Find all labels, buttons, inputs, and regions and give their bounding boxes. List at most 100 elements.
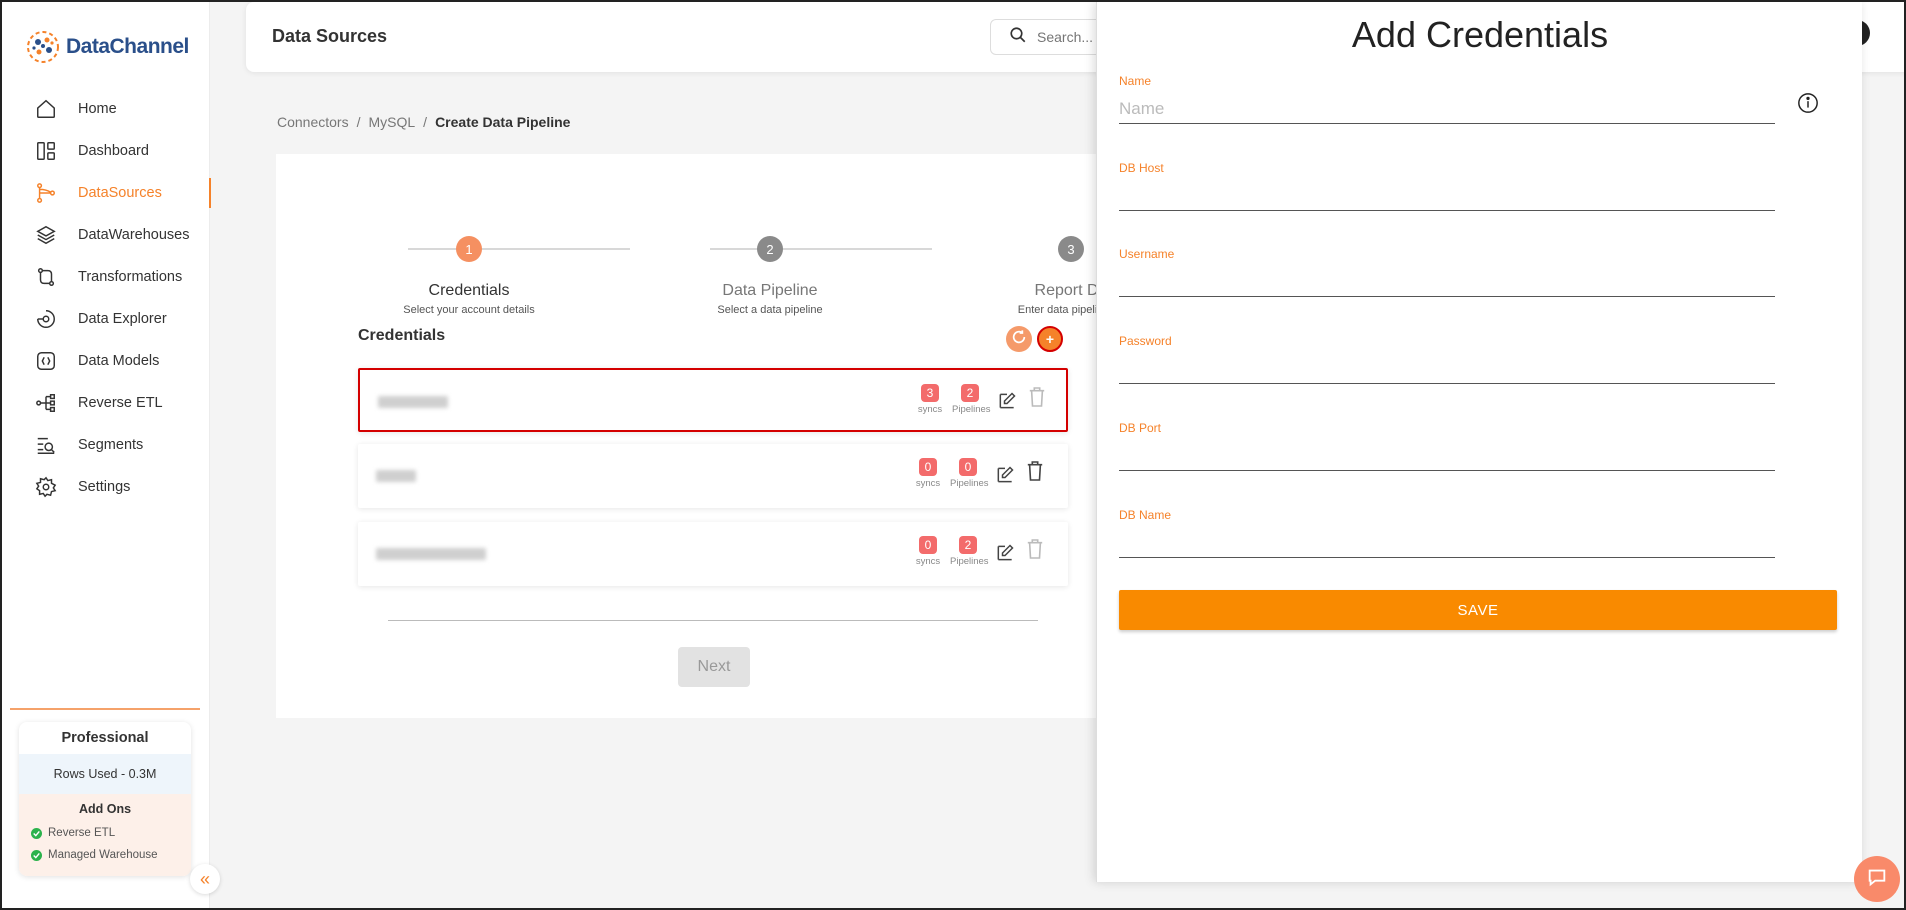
sidebar-item-label: Settings (78, 479, 131, 495)
edit-button[interactable] (996, 391, 1018, 416)
db-name-input[interactable] (1119, 522, 1775, 558)
field-label: DB Name (1119, 508, 1172, 522)
step-1-sub: Select your account details (403, 304, 535, 316)
stepper: 1 Credentials Select your account detail… (276, 194, 1136, 316)
edit-icon (995, 543, 1015, 568)
password-input[interactable] (1119, 348, 1775, 384)
pipelines-count: 2 Pipelines (952, 384, 991, 415)
refresh-button[interactable] (1006, 326, 1032, 352)
password-field: Password (1119, 334, 1775, 384)
name-field: Name (1119, 74, 1775, 124)
step-connector (408, 248, 630, 250)
delete-button[interactable] (1024, 460, 1046, 487)
field-label: DB Port (1119, 421, 1162, 435)
step-2-label: Data Pipeline (722, 282, 818, 299)
db-port-input[interactable] (1119, 435, 1775, 471)
pipelines-count: 0 Pipelines (950, 458, 989, 489)
check-circle-icon (31, 827, 42, 839)
breadcrumb: Connectors / MySQL / Create Data Pipelin… (277, 114, 570, 130)
breadcrumb-link-mysql[interactable]: MySQL (368, 114, 415, 130)
field-label: Username (1119, 247, 1175, 261)
addons-title: Add Ons (78, 802, 132, 816)
brand-logo[interactable]: DataChannel (26, 30, 189, 64)
divider (388, 620, 1038, 621)
datasources-icon (34, 181, 58, 205)
sidebar-divider (10, 708, 200, 710)
dashboard-icon (34, 139, 58, 163)
addon-item: Reverse ETL (19, 822, 191, 844)
delete-button[interactable] (1026, 386, 1048, 410)
step-1-label: Credentials (428, 282, 510, 299)
home-icon (34, 97, 58, 121)
sidebar-item-data-models[interactable]: Data Models (2, 340, 210, 382)
sidebar-item-settings[interactable]: Settings (2, 466, 210, 508)
username-input[interactable] (1119, 261, 1775, 297)
name-input[interactable] (1119, 88, 1775, 124)
pipelines-label: Pipelines (950, 556, 989, 567)
breadcrumb-link-connectors[interactable]: Connectors (277, 114, 349, 130)
sidebar-item-segments[interactable]: Segments (2, 424, 210, 466)
credential-name-redacted (376, 548, 486, 560)
credentials-title: Credentials (358, 327, 446, 344)
chat-support-button[interactable] (1854, 856, 1900, 902)
db-host-input[interactable] (1119, 175, 1775, 211)
reverse-etl-icon (34, 391, 58, 415)
sidebar-item-reverse-etl[interactable]: Reverse ETL (2, 382, 210, 424)
addon-label: Reverse ETL (48, 827, 116, 839)
syncs-badge: 3 (921, 384, 939, 402)
syncs-count: 0 syncs (910, 458, 946, 489)
double-chevron-left-icon: « (199, 868, 210, 889)
credential-row[interactable]: 0 syncs 0 Pipelines (358, 444, 1068, 508)
sidebar-item-label: DataWarehouses (78, 227, 190, 243)
app-frame: DataChannel Home Dashboard DataSources D… (0, 0, 1906, 910)
save-button[interactable]: SAVE (1119, 590, 1837, 630)
edit-icon (997, 391, 1017, 416)
username-field: Username (1119, 247, 1775, 297)
credential-row[interactable]: 0 syncs 2 Pipelines (358, 522, 1068, 586)
addon-label: Managed Warehouse (48, 849, 158, 861)
edit-button[interactable] (994, 543, 1016, 568)
sidebar-item-datawarehouses[interactable]: DataWarehouses (2, 214, 210, 256)
syncs-label: syncs (915, 556, 941, 567)
breadcrumb-separator: / (356, 114, 361, 130)
sidebar: DataChannel Home Dashboard DataSources D… (2, 2, 220, 908)
add-credential-button[interactable]: + (1037, 326, 1063, 352)
data-models-icon (34, 349, 58, 373)
gear-icon (34, 475, 58, 499)
syncs-count: 0 syncs (910, 536, 946, 567)
refresh-icon (1011, 329, 1027, 350)
data-explorer-icon (34, 307, 58, 331)
collapse-sidebar-button[interactable]: « (190, 864, 220, 894)
plan-title: Professional (61, 730, 149, 746)
sidebar-item-transformations[interactable]: Transformations (2, 256, 210, 298)
sidebar-item-datasources[interactable]: DataSources (2, 172, 211, 214)
info-icon[interactable] (1797, 92, 1821, 116)
pipelines-label: Pipelines (952, 404, 991, 415)
sidebar-item-data-explorer[interactable]: Data Explorer (2, 298, 210, 340)
sidebar-item-label: Home (78, 101, 117, 117)
pipelines-count: 2 Pipelines (950, 536, 989, 567)
credential-row[interactable]: 3 syncs 2 Pipelines (358, 368, 1068, 432)
sidebar-nav: Home Dashboard DataSources DataWarehouse… (2, 88, 211, 508)
addons-section: Add Ons Reverse ETL Managed Warehouse (19, 794, 191, 876)
sidebar-item-label: Segments (78, 437, 144, 453)
sidebar-item-home[interactable]: Home (2, 88, 210, 130)
search-icon (1009, 26, 1027, 49)
drawer-title: Add Credentials (1351, 14, 1609, 55)
edit-button[interactable] (994, 465, 1016, 490)
pipelines-badge: 0 (959, 458, 977, 476)
sidebar-item-label: Dashboard (78, 143, 149, 159)
edit-icon (995, 465, 1015, 490)
next-button[interactable]: Next (678, 647, 750, 687)
trash-icon (1026, 460, 1044, 487)
sidebar-item-label: DataSources (78, 185, 162, 201)
delete-button[interactable] (1024, 538, 1046, 562)
sidebar-item-label: Reverse ETL (78, 395, 163, 411)
db-name-field: DB Name (1119, 508, 1775, 558)
sidebar-item-dashboard[interactable]: Dashboard (2, 130, 210, 172)
plus-icon: + (1045, 331, 1055, 347)
syncs-count: 3 syncs (912, 384, 948, 415)
field-label: DB Host (1119, 161, 1164, 175)
breadcrumb-separator: / (423, 114, 428, 130)
rows-used: Rows Used - 0.3M (19, 754, 191, 794)
